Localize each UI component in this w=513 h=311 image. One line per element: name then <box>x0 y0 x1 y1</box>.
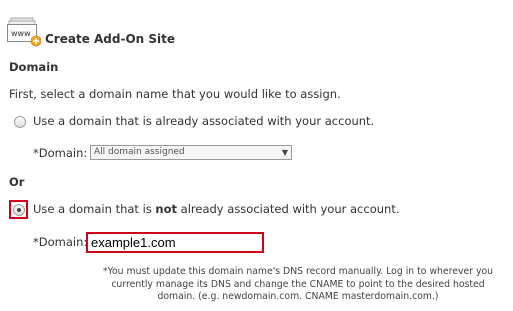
chevron-down-icon: ▼ <box>281 148 288 157</box>
domain-intro-text: First, select a domain name that you wou… <box>9 87 341 101</box>
www-add-icon: www <box>7 17 41 47</box>
new-domain-radio[interactable] <box>13 204 25 216</box>
existing-domain-label: Use a domain that is already associated … <box>33 114 375 128</box>
dns-note-line: currently manage its DNS and change the … <box>111 278 485 290</box>
existing-domain-radio[interactable] <box>14 116 26 128</box>
page-title: Create Add-On Site <box>45 32 176 46</box>
dns-note-line: *You must update this domain name's DNS … <box>102 266 494 277</box>
www-icon-text: www <box>11 29 31 38</box>
domain-heading: Domain <box>9 60 59 74</box>
existing-domain-select-value: All domain assigned <box>94 147 185 157</box>
new-domain-field-label: *Domain: <box>33 235 88 249</box>
dns-note-line: domain. (e.g. newdomain.com. CNAME maste… <box>157 291 439 302</box>
new-domain-label: Use a domain that is not already associa… <box>33 202 399 216</box>
new-domain-label-end: already associated with your account. <box>177 202 400 216</box>
create-addon-site-page: www Create Add-On Site Domain First, sel… <box>0 0 513 311</box>
or-separator: Or <box>9 175 25 189</box>
existing-domain-select[interactable]: All domain assigned ▼ <box>90 145 292 160</box>
new-domain-label-emphasis: not <box>155 202 178 216</box>
new-domain-input[interactable]: example1.com <box>86 232 264 253</box>
existing-domain-field-label: *Domain: <box>33 146 88 160</box>
new-domain-label-start: Use a domain that is <box>33 202 156 216</box>
dns-note: *You must update this domain name's DNS … <box>92 266 504 304</box>
